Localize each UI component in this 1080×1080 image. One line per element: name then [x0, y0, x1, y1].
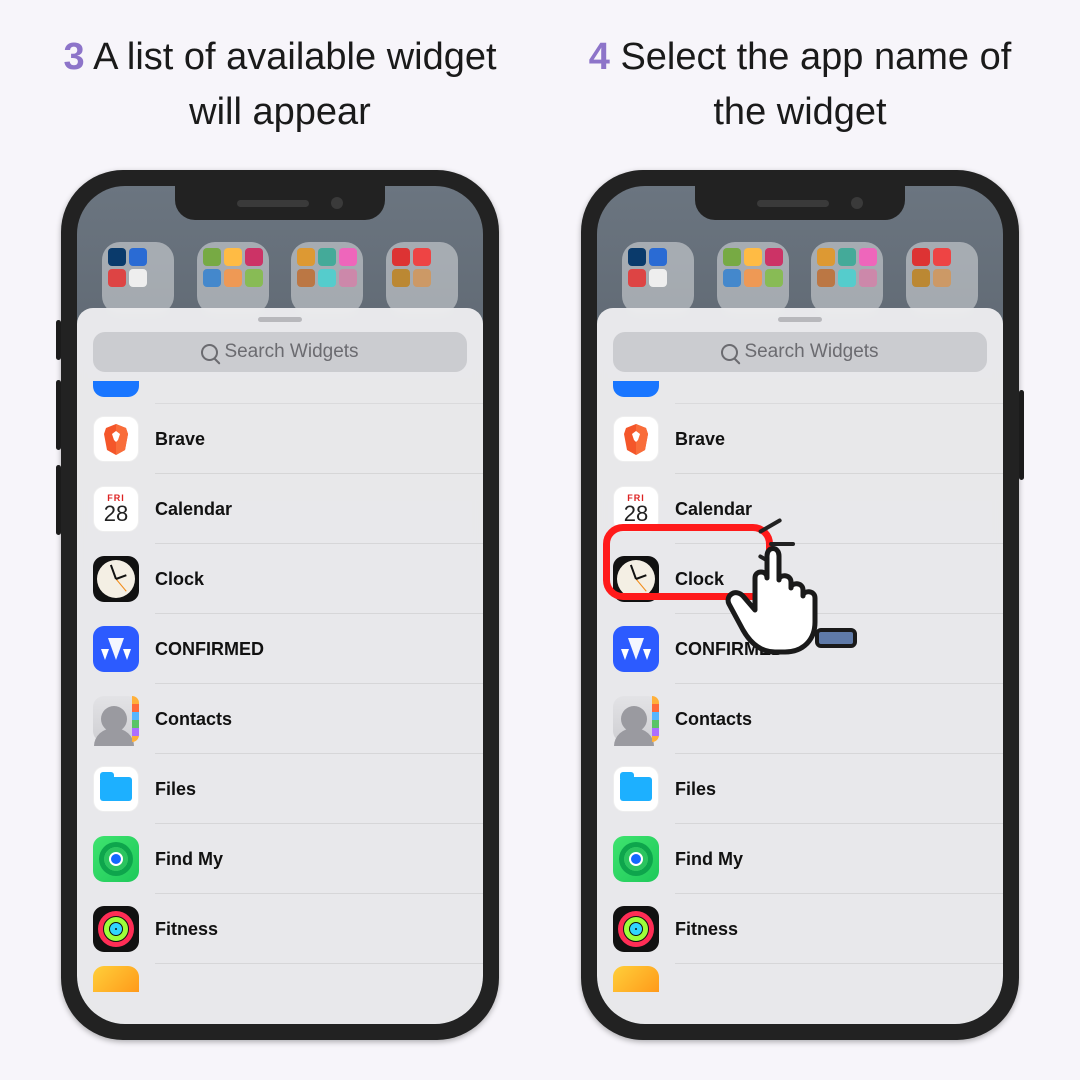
step-number: 4 — [589, 36, 610, 78]
app-folder — [197, 242, 269, 314]
widget-picker-sheet: Search Widgets Brave FRI 28 — [77, 308, 483, 1024]
list-item-contacts[interactable]: Contacts — [93, 684, 483, 754]
list-item-label: Calendar — [155, 499, 232, 520]
list-item-files[interactable]: Files — [93, 754, 483, 824]
app-folder — [622, 242, 694, 314]
app-folder — [386, 242, 458, 314]
list-item-clock[interactable]: Clock — [93, 544, 483, 614]
list-item-label: Files — [675, 779, 716, 800]
app-icon-partial — [93, 966, 139, 992]
list-item-partial[interactable] — [675, 382, 1003, 404]
list-item-label: Brave — [155, 429, 205, 450]
list-item-label: Fitness — [155, 919, 218, 940]
home-folders — [77, 242, 483, 316]
calendar-icon: FRI 28 — [93, 486, 139, 532]
search-icon — [721, 344, 738, 361]
fitness-icon — [93, 906, 139, 952]
list-item-contacts[interactable]: Contacts — [613, 684, 1003, 754]
calendar-day: 28 — [624, 503, 648, 525]
findmy-icon — [613, 836, 659, 882]
list-item-calendar[interactable]: FRI 28 Calendar — [93, 474, 483, 544]
list-item-fitness[interactable]: Fitness — [613, 894, 1003, 964]
caption-step-4: 4 Select the app name of the widget — [560, 30, 1040, 140]
list-item-brave[interactable]: Brave — [93, 404, 483, 474]
step-captions: 3 A list of available widget will appear… — [0, 0, 1080, 150]
phone-row: Search Widgets Brave FRI 28 — [0, 150, 1080, 1040]
list-item-partial-bottom[interactable] — [93, 964, 483, 994]
step-text: Select the app name of the widget — [620, 36, 1011, 133]
search-placeholder: Search Widgets — [224, 341, 358, 363]
app-icon-partial — [93, 381, 139, 397]
list-item-label: Files — [155, 779, 196, 800]
widget-list[interactable]: Brave FRI 28 Calendar — [77, 382, 483, 994]
list-item-findmy[interactable]: Find My — [93, 824, 483, 894]
files-icon — [613, 766, 659, 812]
sheet-grabber[interactable] — [778, 317, 822, 322]
phone-notch — [175, 186, 385, 220]
list-item-partial[interactable] — [155, 382, 483, 404]
app-folder — [906, 242, 978, 314]
brave-icon — [93, 416, 139, 462]
widget-list[interactable]: Brave FRI 28 Calendar — [597, 382, 1003, 994]
list-item-label: Find My — [675, 849, 743, 870]
list-item-label: Calendar — [675, 499, 752, 520]
step-number: 3 — [63, 36, 84, 78]
app-folder — [102, 242, 174, 314]
list-item-label: Clock — [675, 569, 724, 590]
brave-icon — [613, 416, 659, 462]
search-input[interactable]: Search Widgets — [93, 332, 467, 372]
phone-notch — [695, 186, 905, 220]
list-item-brave[interactable]: Brave — [613, 404, 1003, 474]
confirmed-icon — [613, 626, 659, 672]
confirmed-icon — [93, 626, 139, 672]
step-text: A list of available widget will appear — [93, 36, 496, 133]
home-folders — [597, 242, 1003, 316]
files-icon — [93, 766, 139, 812]
fitness-icon — [613, 906, 659, 952]
app-icon-partial — [613, 966, 659, 992]
app-folder — [291, 242, 363, 314]
findmy-icon — [93, 836, 139, 882]
list-item-label: Find My — [155, 849, 223, 870]
calendar-day: 28 — [104, 503, 128, 525]
search-placeholder: Search Widgets — [744, 341, 878, 363]
list-item-label: Fitness — [675, 919, 738, 940]
phone-screen: Search Widgets Brave FRI 28 — [77, 186, 483, 1024]
app-icon-partial — [613, 381, 659, 397]
list-item-label: Contacts — [155, 709, 232, 730]
caption-step-3: 3 A list of available widget will appear — [40, 30, 520, 140]
hand-pointer-icon — [721, 530, 871, 675]
list-item-files[interactable]: Files — [613, 754, 1003, 824]
list-item-confirmed[interactable]: CONFIRMED — [93, 614, 483, 684]
clock-icon — [613, 556, 659, 602]
search-icon — [201, 344, 218, 361]
list-item-label: Brave — [675, 429, 725, 450]
search-input[interactable]: Search Widgets — [613, 332, 987, 372]
list-item-label: Contacts — [675, 709, 752, 730]
list-item-label: Clock — [155, 569, 204, 590]
calendar-icon: FRI 28 — [613, 486, 659, 532]
list-item-partial-bottom[interactable] — [613, 964, 1003, 994]
sheet-grabber[interactable] — [258, 317, 302, 322]
app-folder — [811, 242, 883, 314]
list-item-fitness[interactable]: Fitness — [93, 894, 483, 964]
list-item-label: CONFIRMED — [155, 639, 264, 660]
contacts-icon — [613, 696, 659, 742]
list-item-findmy[interactable]: Find My — [613, 824, 1003, 894]
phone-mockup-right: Search Widgets Brave FRI 28 — [581, 170, 1019, 1040]
phone-mockup-left: Search Widgets Brave FRI 28 — [61, 170, 499, 1040]
app-folder — [717, 242, 789, 314]
clock-icon — [93, 556, 139, 602]
contacts-icon — [93, 696, 139, 742]
